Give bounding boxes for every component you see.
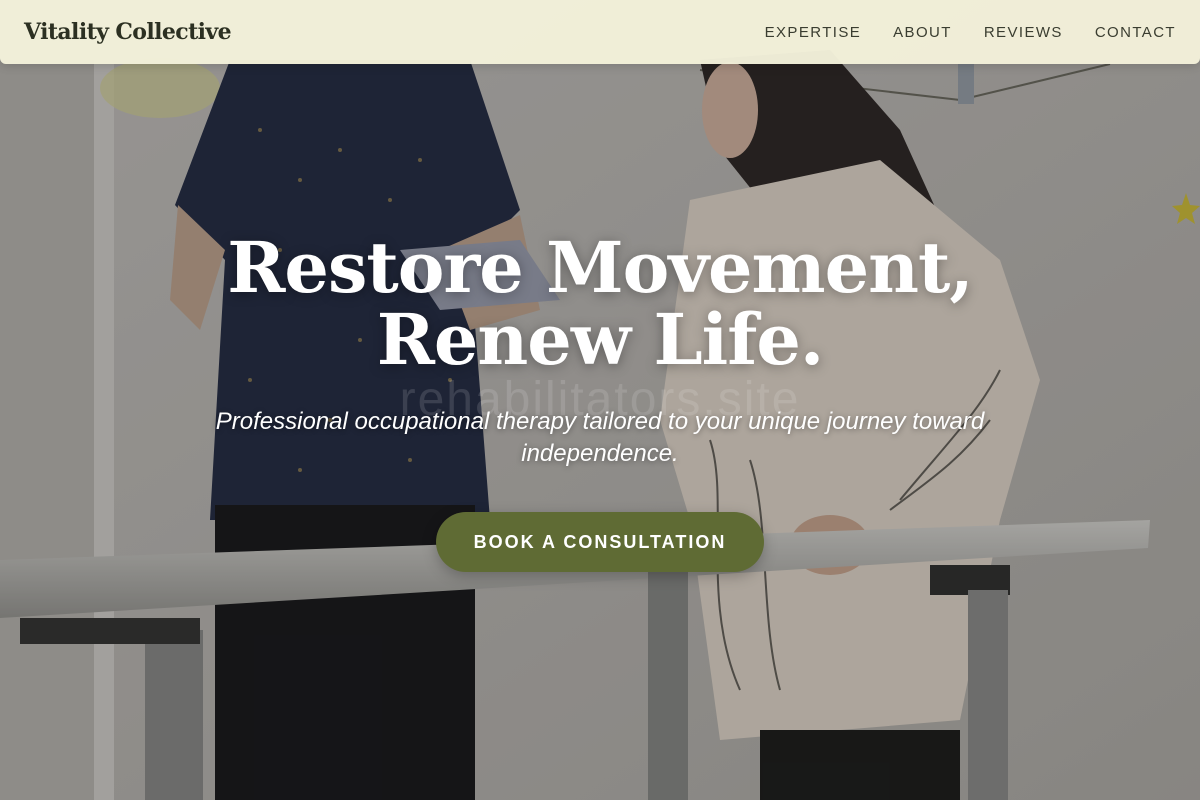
nav-link-expertise[interactable]: EXPERTISE [765, 24, 862, 41]
brand-logo[interactable]: Vitality Collective [24, 19, 232, 45]
hero-section: Restore Movement, Renew Life. Profession… [0, 232, 1200, 572]
hero-title-line-2: Renew Life. [376, 298, 825, 381]
hero-subtitle: Professional occupational therapy tailor… [215, 408, 985, 467]
nav-links: EXPERTISE ABOUT REVIEWS CONTACT [765, 24, 1176, 41]
hero-title-line-1: Restore Movement, [227, 226, 974, 309]
nav-link-reviews[interactable]: REVIEWS [984, 24, 1063, 41]
nav-link-about[interactable]: ABOUT [893, 24, 952, 41]
nav-link-contact[interactable]: CONTACT [1095, 24, 1176, 41]
navbar: Vitality Collective EXPERTISE ABOUT REVI… [0, 0, 1200, 64]
hero-title: Restore Movement, Renew Life. [227, 232, 974, 376]
book-consultation-button[interactable]: BOOK A CONSULTATION [436, 512, 764, 572]
